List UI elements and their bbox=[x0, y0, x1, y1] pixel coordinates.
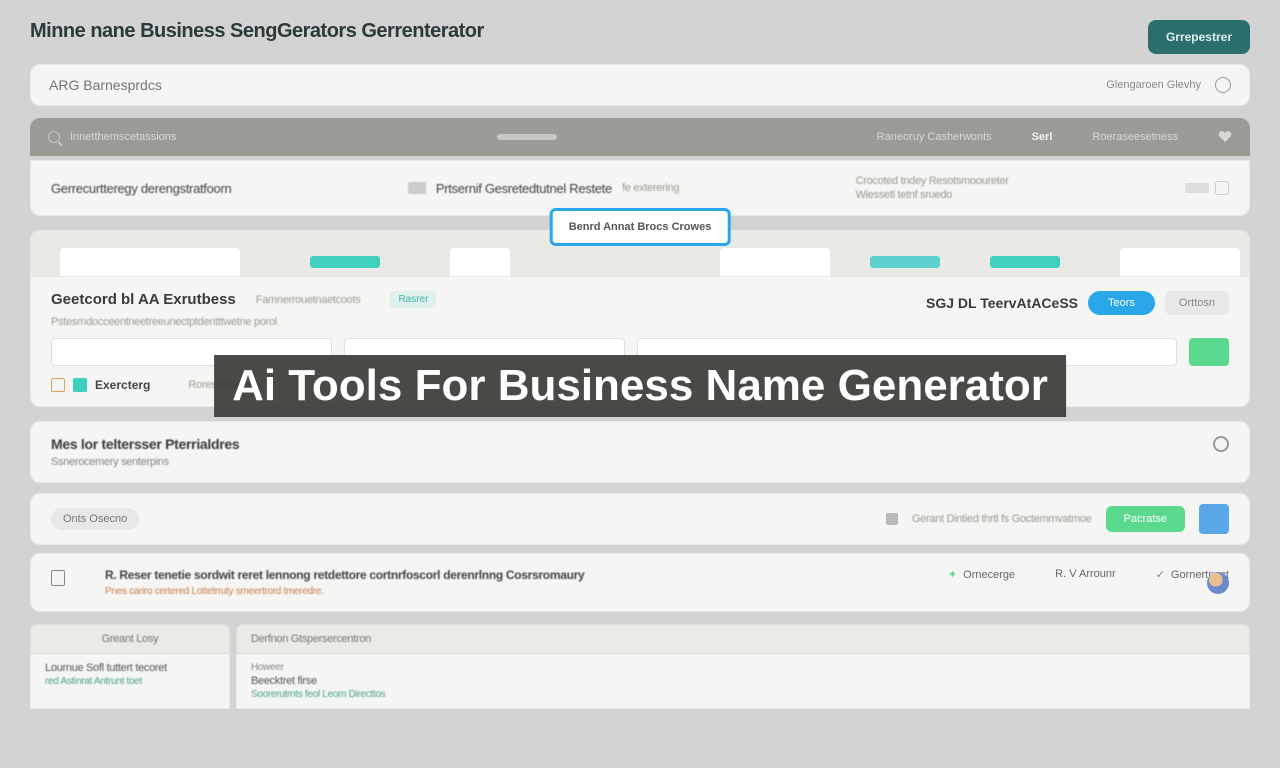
panel-b-title: Mes lor teltersser Pterrialdres bbox=[51, 436, 239, 452]
doc-icon bbox=[886, 513, 898, 525]
panel-a-title: Geetcord bl AA Exrutbess bbox=[51, 291, 236, 308]
search-bar: Glengaroen Glevhy bbox=[30, 64, 1250, 106]
table-head-2: Derfnon Gtspersercentron bbox=[236, 624, 1250, 654]
result-sub: Pnes cariro certered Lottetrruty smeertr… bbox=[105, 586, 908, 597]
gear-icon[interactable] bbox=[1213, 436, 1229, 452]
chip-icon bbox=[73, 378, 87, 392]
mini-tag: Rasrer bbox=[390, 291, 436, 308]
tiny-icon-1 bbox=[1185, 183, 1209, 193]
header-cta-button[interactable]: Grrepestrer bbox=[1148, 20, 1250, 54]
search-icon[interactable] bbox=[48, 131, 60, 143]
heart-icon[interactable] bbox=[1218, 130, 1232, 144]
result-col1: Ornecerge bbox=[963, 569, 1015, 581]
overlay-title: Ai Tools For Business Name Generator bbox=[214, 355, 1066, 417]
avatar-icon[interactable] bbox=[1207, 572, 1229, 594]
table-header-row: Greant Losy Derfnon Gtspersercentron bbox=[30, 624, 1250, 654]
search-input[interactable] bbox=[49, 77, 1106, 93]
chip-label: Exercterg bbox=[95, 378, 150, 392]
result-title: R. Reser tenetie sordwit reret lennong r… bbox=[105, 568, 908, 582]
filter-divider bbox=[497, 134, 557, 140]
table-cell-2[interactable]: Howeer Beecktret firse Soorerutrnts feol… bbox=[236, 654, 1250, 709]
tiny-icon-2[interactable] bbox=[1215, 181, 1229, 195]
action-square[interactable] bbox=[1199, 504, 1229, 534]
submit-pill[interactable] bbox=[1189, 338, 1229, 366]
tab-teal-3[interactable] bbox=[990, 256, 1060, 268]
table-body-row: Lournue Sofl tuttert tecoret red Astinra… bbox=[30, 654, 1250, 709]
options-button[interactable]: Orttosn bbox=[1165, 291, 1229, 315]
panel-b: Mes lor teltersser Pterrialdres Ssneroce… bbox=[30, 421, 1250, 483]
flag-icon bbox=[408, 182, 426, 194]
page-title: Minne nane Business SengGerators Gerrent… bbox=[30, 20, 484, 43]
table-head-1: Greant Losy bbox=[30, 624, 230, 654]
filter-right-text: Roeraseesetness bbox=[1092, 131, 1178, 143]
filter-bar: Innetthemscetassions Raneoruy Casherwont… bbox=[30, 118, 1250, 156]
generate-button[interactable]: Pacratse bbox=[1106, 506, 1185, 532]
category-pill[interactable]: Onts Osecno bbox=[51, 508, 139, 530]
doc-icon-2 bbox=[51, 570, 65, 586]
key-icon bbox=[51, 378, 65, 392]
result-col2: R. V Arrounr bbox=[1055, 568, 1116, 580]
sort-label[interactable]: Serl bbox=[1032, 131, 1053, 143]
info-mid: Prtsernif Gesretedtutnel Restete bbox=[436, 181, 612, 196]
selected-tab[interactable]: Benrd Annat Brocs Crowes bbox=[550, 208, 731, 246]
panel-a-sub2: Pstesrndocceentneetreeunectptdentttwetne… bbox=[51, 316, 1229, 328]
search-right-label: Glengaroen Glevhy bbox=[1106, 79, 1201, 91]
panel-c-text: Gerant Dintied thrtl fs Goctemmvatmoe bbox=[912, 513, 1092, 525]
result-row: R. Reser tenetie sordwit reret lennong r… bbox=[30, 553, 1250, 612]
tab-teal-1[interactable] bbox=[310, 256, 380, 268]
tab-strip: Benrd Annat Brocs Crowes bbox=[30, 230, 1250, 276]
tools-button[interactable]: Teors bbox=[1088, 291, 1155, 315]
table-cell-1[interactable]: Lournue Sofl tuttert tecoret red Astinra… bbox=[30, 654, 230, 709]
panel-b-sub: Ssnerocemery senterpins bbox=[51, 456, 239, 468]
info-right-2: Wiessetl tetnf sruedo bbox=[856, 189, 952, 201]
panel-a-right-title: SGJ DL TeervAtACeSS bbox=[926, 295, 1078, 311]
info-mid-sub: fe exterering bbox=[622, 182, 679, 194]
filter-mid-text: Raneoruy Casherwonts bbox=[877, 131, 992, 143]
info-right-1: Crocoted tndey Resotsmooureter bbox=[856, 175, 1009, 187]
panel-a-sub1: Famnerrouetnaetcoots bbox=[256, 294, 361, 306]
tab-teal-2[interactable] bbox=[870, 256, 940, 268]
filter-left-text: Innetthemscetassions bbox=[70, 131, 176, 143]
user-icon[interactable] bbox=[1215, 77, 1231, 93]
info-left: Gerrecurtteregy derengstratfoorn bbox=[51, 181, 231, 196]
panel-c: Onts Osecno Gerant Dintied thrtl fs Goct… bbox=[30, 493, 1250, 545]
